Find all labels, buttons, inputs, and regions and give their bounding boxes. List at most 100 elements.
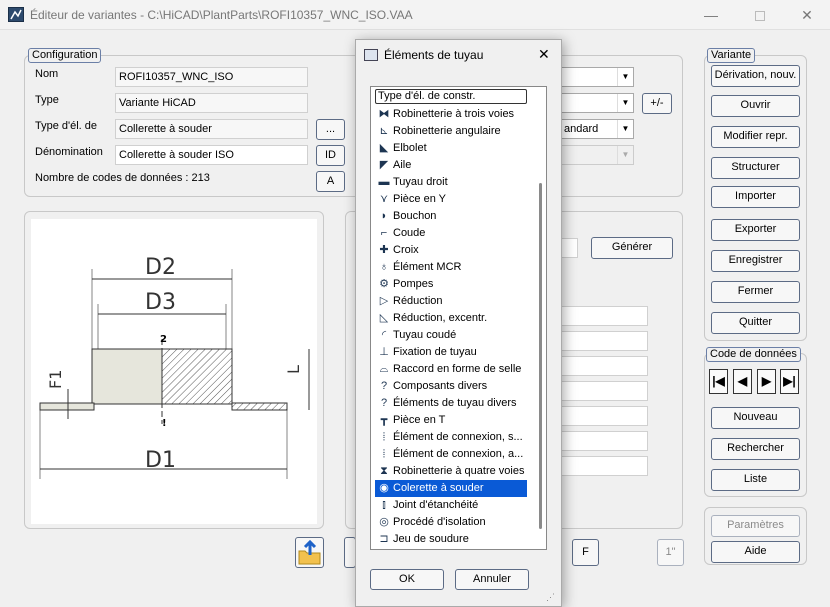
- list-item-label: Tuyau droit: [393, 176, 448, 188]
- list-item[interactable]: ⊾ Robinetterie angulaire: [375, 123, 527, 140]
- list-item[interactable]: ⧗ Robinetterie à quatre voies: [375, 463, 527, 480]
- browse-button[interactable]: ...: [316, 119, 345, 140]
- pump-icon: ⚙: [379, 278, 389, 290]
- list-scrollbar[interactable]: [535, 87, 546, 549]
- combo-1[interactable]: ▼: [560, 67, 634, 87]
- list-item-label: Robinetterie angulaire: [393, 125, 501, 137]
- annuler-button[interactable]: Annuler: [455, 569, 529, 590]
- ouvrir-button[interactable]: Ouvrir: [711, 95, 800, 117]
- list-item[interactable]: ▬ Tuyau droit: [375, 174, 527, 191]
- structurer-button[interactable]: Structurer: [711, 157, 800, 179]
- prev-record-button[interactable]: ◀: [733, 369, 752, 394]
- dialog-close-icon[interactable]: ✕: [538, 46, 550, 63]
- list-item[interactable]: ◜ Tuyau coudé: [375, 327, 527, 344]
- nom-label: Nom: [35, 68, 59, 80]
- list-item[interactable]: ◉ Colerette à souder: [375, 480, 527, 497]
- list-item[interactable]: ⦙ Élément de connexion, s...: [375, 429, 527, 446]
- list-item-label: Type d'él. de constr.: [378, 90, 476, 102]
- eccentric-reducer-icon: ◺: [379, 312, 389, 324]
- data-field-5[interactable]: [560, 406, 648, 426]
- list-item[interactable]: ◎ Procédé d'isolation: [375, 514, 527, 531]
- list-item[interactable]: ◣ Elbolet: [375, 140, 527, 157]
- modifier-repr-button[interactable]: Modifier repr.: [711, 126, 800, 148]
- chevron-down-icon: ▼: [617, 68, 633, 86]
- list-item[interactable]: ⌐ Coude: [375, 225, 527, 242]
- resize-grip-icon[interactable]: ⋰: [546, 592, 558, 604]
- data-field-3[interactable]: [560, 356, 648, 376]
- last-record-button[interactable]: ▶|: [780, 369, 799, 394]
- list-item[interactable]: ♁ Élément MCR: [375, 259, 527, 276]
- type-field[interactable]: Variante HiCAD: [115, 93, 308, 113]
- weld-neck-drawing: D2 D3 D1 F1 L 2 !: [31, 219, 317, 524]
- list-item-label: Réduction: [393, 295, 443, 307]
- enregistrer-button[interactable]: Enregistrer: [711, 250, 800, 272]
- close-button[interactable]: ✕: [784, 0, 830, 30]
- list-item[interactable]: ✚ Croix: [375, 242, 527, 259]
- data-field-1[interactable]: [560, 306, 648, 326]
- minimize-button[interactable]: —: [688, 0, 734, 30]
- data-field-2[interactable]: [560, 331, 648, 351]
- data-field-top[interactable]: [560, 238, 578, 258]
- nom-field[interactable]: ROFI10357_WNC_ISO: [115, 67, 308, 87]
- dim-f1: F1: [46, 370, 65, 389]
- combo-2[interactable]: ▼: [560, 93, 634, 113]
- chevron-down-icon: ▼: [617, 120, 633, 138]
- importer-button[interactable]: Importer: [711, 186, 800, 208]
- fermer-button[interactable]: Fermer: [711, 281, 800, 303]
- liste-button[interactable]: Liste: [711, 469, 800, 491]
- connection-icon: ⦙: [382, 448, 386, 460]
- list-item[interactable]: ⫾ Joint d'étanchéité: [375, 497, 527, 514]
- a-button[interactable]: A: [316, 171, 345, 192]
- data-field-4[interactable]: [560, 381, 648, 401]
- derivation-button[interactable]: Dérivation, nouv.: [711, 65, 800, 87]
- list-item[interactable]: ┳ Pièce en T: [375, 412, 527, 429]
- open-folder-button[interactable]: [295, 537, 324, 568]
- connection-icon: ⦙: [382, 431, 386, 443]
- dim-d3: D3: [145, 290, 176, 315]
- list-item[interactable]: ⚙ Pompes: [375, 276, 527, 293]
- plus-minus-button[interactable]: +/-: [642, 93, 672, 114]
- quitter-button[interactable]: Quitter: [711, 312, 800, 334]
- one-inch-button[interactable]: 1": [657, 539, 684, 566]
- generer-button[interactable]: Générer: [591, 237, 673, 259]
- ok-button[interactable]: OK: [370, 569, 444, 590]
- combo-3[interactable]: andard ▼: [560, 119, 634, 139]
- list-item[interactable]: ? Composants divers: [375, 378, 527, 395]
- next-record-button[interactable]: ▶: [757, 369, 776, 394]
- code-donnees-legend: Code de données: [706, 347, 801, 362]
- list-item[interactable]: ⊥ Fixation de tuyau: [375, 344, 527, 361]
- data-field-7[interactable]: [560, 456, 648, 476]
- scrollbar-thumb[interactable]: [539, 183, 542, 529]
- list-item[interactable]: ⦙ Élément de connexion, a...: [375, 446, 527, 463]
- id-button[interactable]: ID: [316, 145, 345, 166]
- f-button[interactable]: F: [572, 539, 599, 566]
- aide-button[interactable]: Aide: [711, 541, 800, 563]
- list-item[interactable]: ⧓ Robinetterie à trois voies: [375, 106, 527, 123]
- list-item[interactable]: ◺ Réduction, excentr.: [375, 310, 527, 327]
- list-item[interactable]: ▷ Réduction: [375, 293, 527, 310]
- nouveau-button[interactable]: Nouveau: [711, 407, 800, 429]
- list-item-label: Éléments de tuyau divers: [393, 397, 517, 409]
- parametres-button[interactable]: Paramètres: [711, 515, 800, 537]
- bent-pipe-icon: ◜: [381, 329, 387, 341]
- maximize-button[interactable]: [737, 0, 783, 30]
- list-item-label: Joint d'étanchéité: [393, 499, 479, 511]
- list-item[interactable]: ⊐ Jeu de soudure: [375, 531, 527, 548]
- y-piece-icon: ⋎: [379, 193, 389, 205]
- type-el-field[interactable]: Collerette à souder: [115, 119, 308, 139]
- list-item[interactable]: ◤ Aile: [375, 157, 527, 174]
- first-record-button[interactable]: |◀: [709, 369, 728, 394]
- list-item[interactable]: ◗ Bouchon: [375, 208, 527, 225]
- list-item[interactable]: ⋎ Pièce en Y: [375, 191, 527, 208]
- gasket-icon: ⫾: [382, 499, 386, 511]
- denomination-field[interactable]: Collerette à souder ISO: [115, 145, 308, 165]
- rechercher-button[interactable]: Rechercher: [711, 438, 800, 460]
- list-item-label: Élément de connexion, a...: [393, 448, 524, 460]
- exporter-button[interactable]: Exporter: [711, 219, 800, 241]
- pipe-elements-list[interactable]: ⊐ Jeu de soudure ◎ Procédé d'isolation ⫾ Join…: [370, 86, 547, 550]
- dialog-app-icon: [364, 49, 378, 61]
- list-item[interactable]: Type d'él. de constr.: [375, 89, 527, 104]
- list-item[interactable]: ⌓ Raccord en forme de selle: [375, 361, 527, 378]
- data-field-6[interactable]: [560, 431, 648, 451]
- list-item[interactable]: ? Éléments de tuyau divers: [375, 395, 527, 412]
